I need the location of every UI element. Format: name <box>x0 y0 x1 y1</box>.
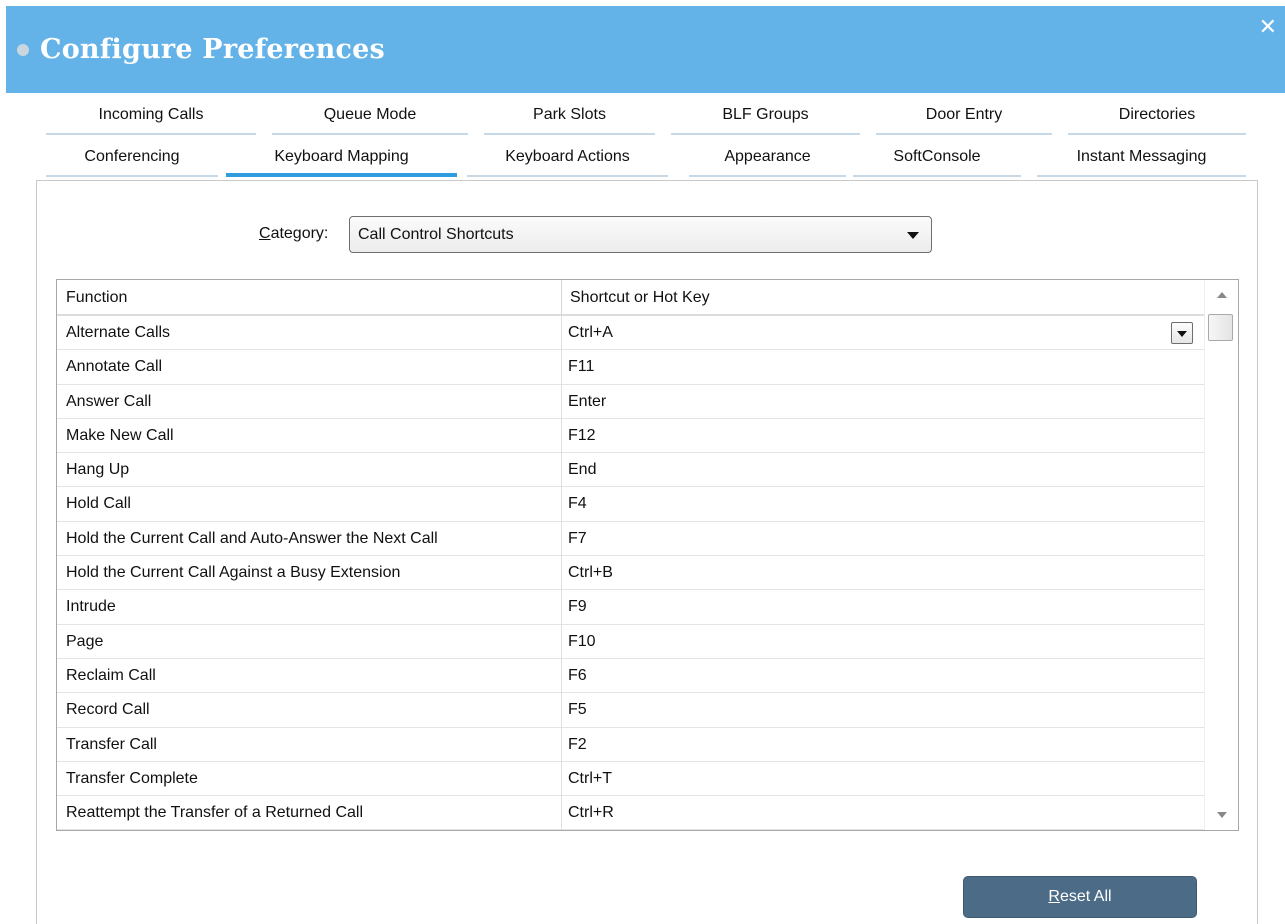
tab-queue-mode[interactable]: Queue Mode <box>272 97 468 135</box>
shortcut-cell[interactable]: Ctrl+T <box>562 762 1204 796</box>
function-cell: Alternate Calls <box>57 316 562 350</box>
shortcut-cell[interactable]: F6 <box>562 659 1204 693</box>
tab-softconsole[interactable]: SoftConsole <box>853 139 1021 177</box>
tab-door-entry[interactable]: Door Entry <box>876 97 1052 135</box>
table-row[interactable]: Reclaim Call F6 <box>57 658 1204 694</box>
shortcut-table: Function Shortcut or Hot Key Alternate C… <box>56 279 1239 831</box>
table-header: Function Shortcut or Hot Key <box>57 280 1204 316</box>
function-cell: Reclaim Call <box>57 658 562 693</box>
function-cell: Record Call <box>57 693 562 728</box>
shortcut-cell[interactable]: F9 <box>562 590 1204 624</box>
tab-row-1: Incoming Calls Queue Mode Park Slots BLF… <box>0 97 1285 135</box>
title-bullet-icon <box>17 44 29 56</box>
function-cell: Transfer Call <box>57 727 562 762</box>
tab-blf-groups[interactable]: BLF Groups <box>671 97 860 135</box>
table-row[interactable]: Hold Call F4 <box>57 487 1204 522</box>
table-row[interactable]: Make New Call F12 <box>57 418 1204 454</box>
reset-all-button[interactable]: Reset All <box>963 876 1197 918</box>
close-icon[interactable]: ✕ <box>1259 16 1277 38</box>
shortcut-cell[interactable]: F4 <box>562 487 1204 521</box>
function-cell: Hold Call <box>57 487 562 522</box>
shortcut-dropdown-button[interactable] <box>1171 322 1193 344</box>
function-cell: Annotate Call <box>57 350 562 385</box>
shortcut-cell[interactable]: Enter <box>562 385 1204 419</box>
tab-keyboard-actions[interactable]: Keyboard Actions <box>467 139 668 177</box>
window-title: Configure Preferences <box>40 34 385 65</box>
table-row[interactable]: Hold the Current Call Against a Busy Ext… <box>57 556 1204 591</box>
scroll-down-icon[interactable] <box>1217 812 1227 818</box>
vertical-scrollbar[interactable] <box>1204 280 1238 830</box>
column-header-function[interactable]: Function <box>57 280 562 316</box>
shortcut-cell[interactable]: F7 <box>562 522 1204 556</box>
table-body: Alternate Calls Ctrl+A Annotate Call F11… <box>57 316 1204 830</box>
category-label-text: ategory: <box>270 225 329 242</box>
configure-preferences-dialog: Configure Preferences ✕ Incoming Calls Q… <box>0 0 1285 924</box>
function-cell: Page <box>57 624 562 659</box>
scrollbar-thumb[interactable] <box>1208 314 1233 341</box>
tab-conferencing[interactable]: Conferencing <box>46 139 218 177</box>
table-row[interactable]: Reattempt the Transfer of a Returned Cal… <box>57 796 1204 830</box>
title-bar: Configure Preferences ✕ <box>6 6 1285 93</box>
column-header-shortcut[interactable]: Shortcut or Hot Key <box>562 280 1204 316</box>
table-row[interactable]: Alternate Calls Ctrl+A <box>57 316 1204 351</box>
table-row[interactable]: Page F10 <box>57 624 1204 659</box>
function-cell: Hang Up <box>57 453 562 488</box>
function-cell: Intrude <box>57 590 562 625</box>
shortcut-cell[interactable]: Ctrl+B <box>562 556 1204 590</box>
table-row[interactable]: Transfer Complete Ctrl+T <box>57 761 1204 797</box>
scroll-up-icon[interactable] <box>1217 292 1227 298</box>
table-row[interactable]: Record Call F5 <box>57 693 1204 728</box>
category-access-key: C <box>259 225 271 242</box>
tab-instant-messaging[interactable]: Instant Messaging <box>1037 139 1246 177</box>
category-select[interactable]: Call Control Shortcuts <box>349 216 932 253</box>
function-cell: Make New Call <box>57 418 562 453</box>
shortcut-cell[interactable]: F5 <box>562 693 1204 727</box>
function-cell: Answer Call <box>57 384 562 419</box>
reset-access-key: R <box>1048 888 1060 905</box>
tab-appearance[interactable]: Appearance <box>689 139 846 177</box>
reset-button-label: eset All <box>1059 888 1112 905</box>
shortcut-cell[interactable]: F12 <box>562 419 1204 453</box>
shortcut-cell[interactable]: F10 <box>562 625 1204 659</box>
tab-park-slots[interactable]: Park Slots <box>484 97 655 135</box>
shortcut-cell[interactable]: F2 <box>562 728 1204 762</box>
table-row[interactable]: Transfer Call F2 <box>57 727 1204 762</box>
tab-incoming-calls[interactable]: Incoming Calls <box>46 97 256 135</box>
table-row[interactable]: Intrude F9 <box>57 590 1204 625</box>
category-label: Category: <box>259 225 328 243</box>
tab-keyboard-mapping[interactable]: Keyboard Mapping <box>226 139 457 177</box>
dropdown-arrow-icon <box>907 232 919 239</box>
shortcut-cell[interactable]: Ctrl+A <box>562 316 1204 350</box>
table-row[interactable]: Hang Up End <box>57 453 1204 488</box>
tab-row-2: Conferencing Keyboard Mapping Keyboard A… <box>0 139 1285 177</box>
tab-directories[interactable]: Directories <box>1068 97 1246 135</box>
function-cell: Reattempt the Transfer of a Returned Cal… <box>57 796 562 830</box>
table-row[interactable]: Hold the Current Call and Auto-Answer th… <box>57 521 1204 557</box>
function-cell: Transfer Complete <box>57 761 562 796</box>
shortcut-cell[interactable]: F11 <box>562 350 1204 384</box>
function-cell: Hold the Current Call and Auto-Answer th… <box>57 521 562 556</box>
category-selected-value: Call Control Shortcuts <box>358 226 514 243</box>
table-row[interactable]: Annotate Call F11 <box>57 350 1204 385</box>
table-row[interactable]: Answer Call Enter <box>57 384 1204 419</box>
function-cell: Hold the Current Call Against a Busy Ext… <box>57 556 562 591</box>
shortcut-cell[interactable]: End <box>562 453 1204 487</box>
shortcut-cell[interactable]: Ctrl+R <box>562 796 1204 830</box>
